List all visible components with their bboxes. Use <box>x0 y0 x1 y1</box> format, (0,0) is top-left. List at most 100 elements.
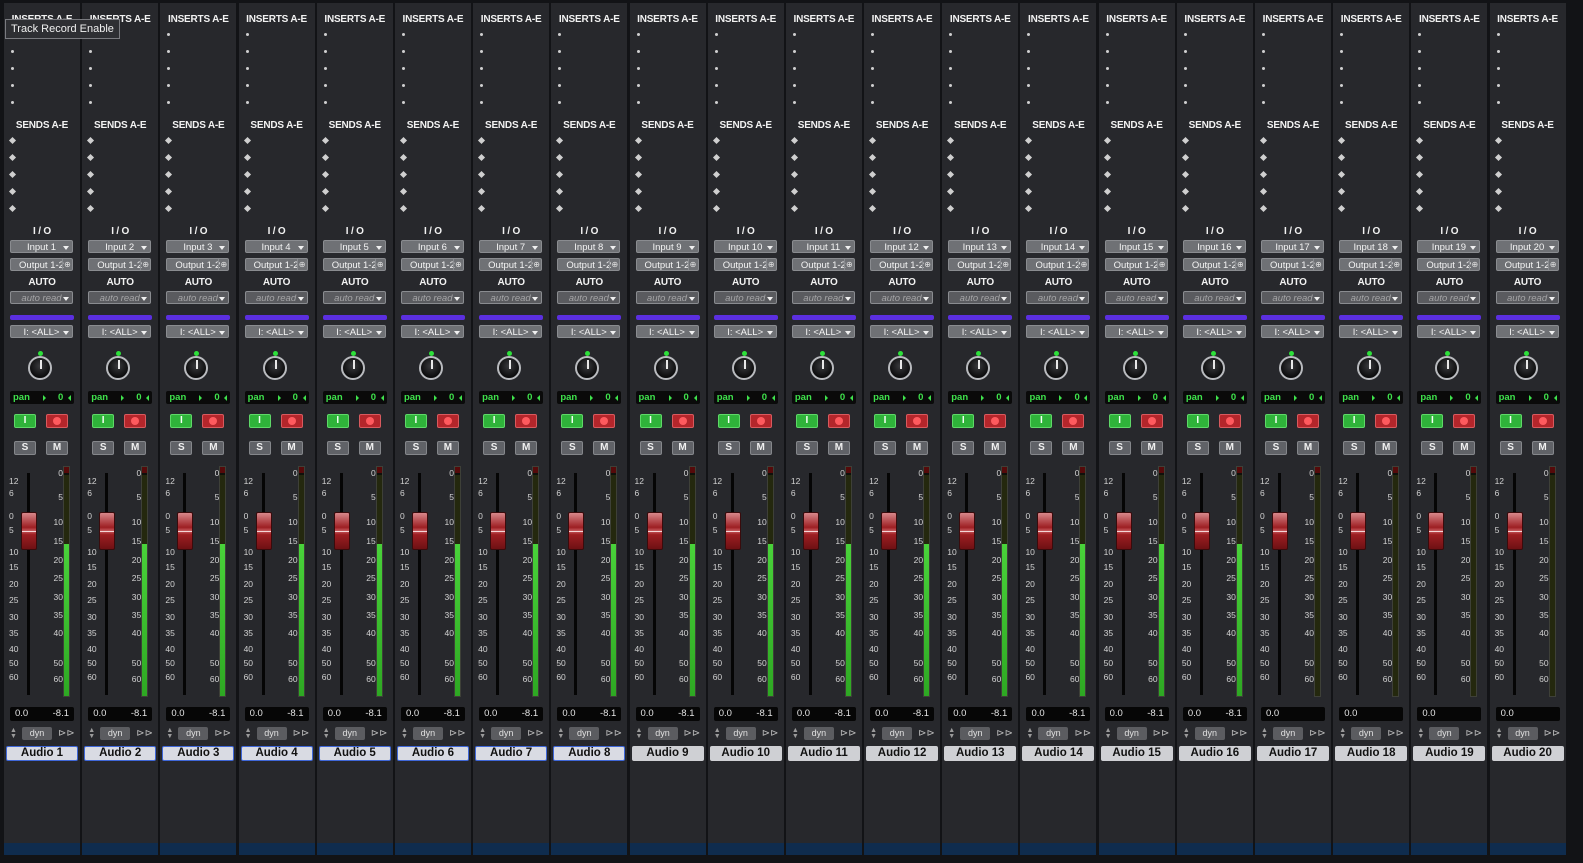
solo-button[interactable]: S <box>92 441 115 455</box>
mute-button[interactable]: M <box>1218 441 1241 455</box>
input-monitor-button[interactable]: I <box>952 414 975 428</box>
dyn-button[interactable]: dyn <box>1194 727 1225 740</box>
volume-fader-handle[interactable] <box>99 512 116 550</box>
insert-slot[interactable] <box>714 64 777 74</box>
dyn-button[interactable]: dyn <box>1429 727 1460 740</box>
solo-button[interactable]: S <box>1499 441 1522 455</box>
send-slot[interactable] <box>243 187 308 197</box>
automation-mode-selector[interactable]: auto read <box>713 291 777 304</box>
send-slot[interactable] <box>712 170 777 180</box>
group-selector[interactable]: I: <ALL> <box>635 325 699 338</box>
insert-slot[interactable] <box>714 47 777 57</box>
output-selector[interactable]: Output 1-2 ⊕ <box>713 258 777 271</box>
send-slot[interactable] <box>1181 170 1246 180</box>
dyn-button[interactable]: dyn <box>882 727 913 740</box>
insert-slot[interactable] <box>1027 30 1089 40</box>
insert-slot[interactable] <box>11 98 73 108</box>
send-slot[interactable] <box>712 187 777 197</box>
waveform-icon[interactable]: ⊳⊳ <box>1074 728 1091 739</box>
pan-display[interactable]: pan 0 <box>1026 391 1091 404</box>
mute-button[interactable]: M <box>358 441 381 455</box>
pan-display[interactable]: pan 0 <box>400 391 465 404</box>
send-slot[interactable] <box>790 204 855 214</box>
input-selector[interactable]: Input 3 <box>166 240 230 253</box>
insert-slot[interactable] <box>1340 98 1402 108</box>
inserts-header[interactable]: INSERTS A-E <box>1333 14 1409 25</box>
insert-slot[interactable] <box>1496 81 1559 91</box>
send-slot[interactable] <box>556 170 620 180</box>
volume-fader-handle[interactable] <box>177 512 194 550</box>
up-down-arrows-icon[interactable]: ▲ ▼ <box>1339 727 1346 740</box>
output-selector[interactable]: Output 1-2 ⊕ <box>870 258 934 271</box>
insert-slot[interactable] <box>480 30 542 40</box>
send-slot[interactable] <box>712 136 777 146</box>
sends-header[interactable]: SENDS A-E <box>551 120 627 131</box>
volume-peak-display[interactable]: 0.0 <box>1339 707 1404 721</box>
sends-header[interactable]: SENDS A-E <box>473 120 549 131</box>
sends-header[interactable]: SENDS A-E <box>160 120 236 131</box>
mute-button[interactable]: M <box>593 441 616 455</box>
pan-knob[interactable] <box>1435 356 1460 380</box>
solo-button[interactable]: S <box>1186 441 1209 455</box>
dyn-button[interactable]: dyn <box>491 727 522 740</box>
dyn-button[interactable]: dyn <box>1351 727 1382 740</box>
send-slot[interactable] <box>1103 153 1168 163</box>
dyn-button[interactable]: dyn <box>22 727 52 740</box>
clip-indicator[interactable] <box>1236 467 1242 473</box>
record-enable-button[interactable] <box>1531 414 1554 428</box>
up-down-arrows-icon[interactable]: ▲ ▼ <box>1105 727 1112 740</box>
sends-header[interactable]: SENDS A-E <box>708 120 784 131</box>
send-slot[interactable] <box>1025 136 1089 146</box>
pan-knob[interactable] <box>1357 356 1382 380</box>
mute-button[interactable]: M <box>906 441 929 455</box>
sends-header[interactable]: SENDS A-E <box>317 120 393 131</box>
send-slot[interactable] <box>1494 136 1559 146</box>
record-enable-button[interactable] <box>436 414 459 428</box>
insert-slot[interactable] <box>401 30 464 40</box>
insert-slot[interactable] <box>636 98 699 108</box>
send-slot[interactable] <box>1416 136 1480 146</box>
clip-indicator[interactable] <box>376 467 382 473</box>
send-slot[interactable] <box>321 153 386 163</box>
volume-fader-handle[interactable] <box>490 512 507 550</box>
send-slot[interactable] <box>556 187 620 197</box>
send-slot[interactable] <box>165 170 229 180</box>
input-monitor-button[interactable]: I <box>639 414 662 428</box>
track-name[interactable]: Audio 9 <box>631 746 704 761</box>
send-slot[interactable] <box>321 187 386 197</box>
send-slot[interactable] <box>87 204 151 214</box>
send-slot[interactable] <box>1025 187 1089 197</box>
pan-display[interactable]: pan 0 <box>88 391 153 404</box>
send-slot[interactable] <box>869 204 933 214</box>
dyn-button[interactable]: dyn <box>1507 727 1538 740</box>
clip-indicator[interactable] <box>1315 467 1320 473</box>
volume-peak-display[interactable]: 0.0 -8.1 <box>870 707 935 721</box>
dyn-button[interactable]: dyn <box>569 727 600 740</box>
insert-slot[interactable] <box>1262 30 1324 40</box>
clip-indicator[interactable] <box>1471 467 1477 473</box>
solo-button[interactable]: S <box>1265 441 1287 455</box>
send-slot[interactable] <box>8 153 73 163</box>
mute-button[interactable]: M <box>280 441 303 455</box>
send-slot[interactable] <box>947 170 1011 180</box>
insert-slot[interactable] <box>949 47 1011 57</box>
insert-slot[interactable] <box>1418 47 1480 57</box>
send-slot[interactable] <box>8 170 73 180</box>
send-slot[interactable] <box>478 187 542 197</box>
send-slot[interactable] <box>790 187 855 197</box>
input-monitor-button[interactable]: I <box>1421 414 1444 428</box>
group-selector[interactable]: I: <ALL> <box>1026 325 1090 338</box>
volume-peak-display[interactable]: 0.0 <box>1495 707 1560 721</box>
input-monitor-button[interactable]: I <box>1265 414 1287 428</box>
volume-peak-display[interactable]: 0.0 -8.1 <box>791 707 856 721</box>
output-selector[interactable]: Output 1-2 ⊕ <box>948 258 1012 271</box>
mute-button[interactable]: M <box>1297 441 1319 455</box>
send-slot[interactable] <box>869 136 933 146</box>
clip-indicator[interactable] <box>454 467 460 473</box>
input-monitor-button[interactable]: I <box>248 414 271 428</box>
insert-slot[interactable] <box>1105 98 1168 108</box>
up-down-arrows-icon[interactable]: ▲ ▼ <box>636 727 643 740</box>
send-slot[interactable] <box>790 153 855 163</box>
send-slot[interactable] <box>1338 187 1402 197</box>
send-slot[interactable] <box>712 204 777 214</box>
